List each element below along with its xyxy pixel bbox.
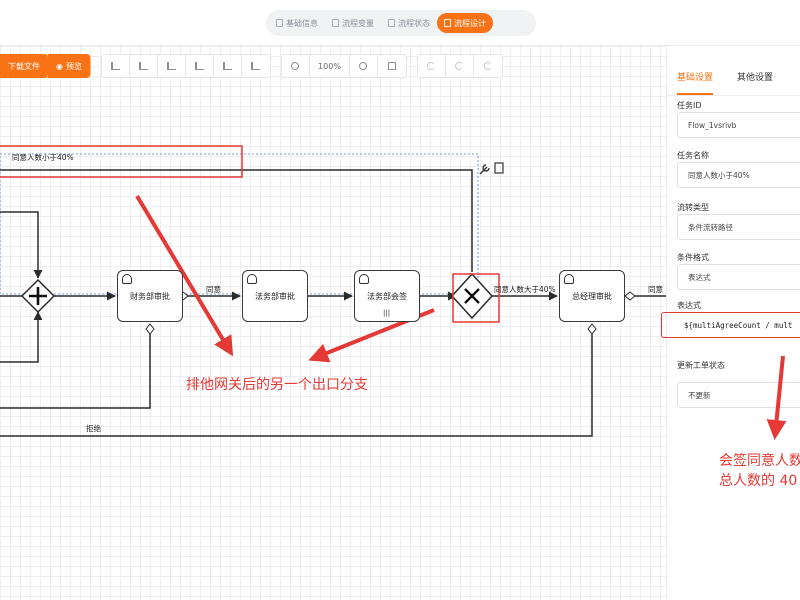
update-ticket-status-label: 更新工单状态 <box>677 361 725 370</box>
tab-label: 流程变量 <box>342 18 374 28</box>
annotation-panel-note-1: 会签同意人数 <box>719 453 800 469</box>
task-id-label: 任务ID <box>677 101 702 110</box>
node-label: 法务部审批 <box>255 291 295 301</box>
annotation-gateway-note: 排他网关后的另一个出口分支 <box>186 377 368 393</box>
design-canvas[interactable]: 下载文件 ◉ 预览 100% 财务部审批 法务部审批 法务部会签 ||| 总经理… <box>0 46 666 600</box>
edge-left-bottom[interactable] <box>0 311 43 363</box>
node-legal-countersign[interactable]: 法务部会签 ||| <box>354 270 420 322</box>
edge-label-agree-under-40[interactable]: 同意人数小于40% <box>12 152 74 163</box>
zoom-level: 100% <box>310 55 350 77</box>
download-file-button[interactable]: 下载文件 <box>0 54 49 78</box>
condition-format-select[interactable]: 表达式 <box>677 264 800 290</box>
edge-connector <box>624 291 636 301</box>
fit-view-icon <box>387 62 396 70</box>
preview-label: 预览 <box>65 61 82 71</box>
edge-label-reject[interactable]: 拒绝 <box>86 423 101 434</box>
zoom-in-button[interactable] <box>350 55 378 77</box>
tab-process-design[interactable]: 流程设计 <box>437 13 493 33</box>
redo-button[interactable] <box>446 55 474 77</box>
zoom-tools: 100% <box>280 54 407 78</box>
step-tabs: 基础信息 流程变量 流程状态 流程设计 <box>266 10 536 36</box>
tab-process-variables[interactable]: 流程变量 <box>325 13 381 33</box>
align-top-button[interactable] <box>158 55 186 77</box>
align-bottom-icon <box>194 62 204 70</box>
undo-icon <box>427 62 436 70</box>
task-id-input[interactable]: Flow_1vsrivb <box>677 112 800 138</box>
app-root: 基础信息 流程变量 流程状态 流程设计 下载文件 ◉ 预览 100% 财务部审批… <box>0 0 800 600</box>
node-legal-approval[interactable]: 法务部审批 <box>242 270 308 322</box>
tab-label: 流程设计 <box>454 18 486 28</box>
node-label: 财务部审批 <box>130 291 170 301</box>
document-icon <box>276 19 283 27</box>
zoom-in-icon <box>359 62 368 70</box>
align-right-icon <box>251 62 261 70</box>
align-right-button[interactable] <box>242 55 270 77</box>
node-label: 总经理审批 <box>572 291 612 301</box>
top-bar: 基础信息 流程变量 流程状态 流程设计 <box>0 0 800 46</box>
edge-connector <box>587 323 597 335</box>
edge-connector <box>145 323 155 335</box>
align-top-icon <box>166 62 176 70</box>
condition-format-label: 条件格式 <box>677 253 709 262</box>
node-label: 法务部会签 <box>367 291 407 301</box>
zoom-out-icon <box>291 62 300 70</box>
align-left-icon <box>110 62 120 70</box>
undo-button[interactable] <box>418 55 446 77</box>
node-finance-approval[interactable]: 财务部审批 <box>117 270 183 322</box>
flow-type-label: 流转类型 <box>677 203 709 212</box>
flow-diagram <box>0 145 666 437</box>
tab-other-settings[interactable]: 其他设置 <box>737 70 773 95</box>
user-icon <box>247 274 257 284</box>
align-center-icon <box>138 62 148 70</box>
tab-label: 流程状态 <box>398 18 430 28</box>
multi-instance-icon: ||| <box>383 309 391 317</box>
user-icon <box>564 274 574 284</box>
design-icon <box>444 19 451 27</box>
redo-icon <box>455 62 464 70</box>
annotation-arrow-3 <box>766 356 787 440</box>
user-icon <box>359 274 369 284</box>
edge-agree-under-40[interactable] <box>0 169 473 272</box>
history-tools <box>416 54 503 78</box>
edge-label-agree[interactable]: 同意 <box>206 284 221 295</box>
expression-input[interactable]: ${multiAgreeCount / mult <box>661 312 800 338</box>
edge-left-top[interactable] <box>0 211 43 279</box>
property-panel: 基础设置 其他设置 任务ID Flow_1vsrivb 任务名称 同意人数小于4… <box>661 46 800 600</box>
align-tools <box>100 54 271 78</box>
tab-basic-info[interactable]: 基础信息 <box>269 13 325 33</box>
align-left-button[interactable] <box>102 55 130 77</box>
flow-type-select[interactable]: 条件流转路径 <box>677 214 800 240</box>
wrench-icon[interactable] <box>479 164 490 175</box>
node-gm-approval[interactable]: 总经理审批 <box>559 270 625 322</box>
fit-view-button[interactable] <box>378 55 406 77</box>
preview-button[interactable]: ◉ 预览 <box>48 54 91 78</box>
annotation-panel-note-2: 总人数的 40 <box>719 473 798 489</box>
panel-tabs: 基础设置 其他设置 <box>667 46 800 96</box>
expression-label: 表达式 <box>677 301 701 310</box>
tab-process-status[interactable]: 流程状态 <box>381 13 437 33</box>
tab-label: 基础信息 <box>286 18 318 28</box>
eye-icon: ◉ <box>56 61 63 71</box>
edge-label-agree-over-40[interactable]: 同意人数大于40% <box>494 284 556 295</box>
download-label: 下载文件 <box>8 61 40 71</box>
align-center-button[interactable] <box>130 55 158 77</box>
align-middle-button[interactable] <box>214 55 242 77</box>
task-name-input[interactable]: 同意人数小于40% <box>677 162 800 188</box>
align-bottom-button[interactable] <box>186 55 214 77</box>
edge-label-agree-right[interactable]: 同意 <box>648 284 663 295</box>
status-icon <box>388 19 395 27</box>
list-icon <box>332 19 339 27</box>
edge-finance-return[interactable] <box>0 334 151 409</box>
tab-basic-settings[interactable]: 基础设置 <box>677 70 714 95</box>
align-middle-icon <box>222 62 232 70</box>
user-icon <box>122 274 132 284</box>
zoom-out-button[interactable] <box>282 55 310 77</box>
task-name-label: 任务名称 <box>677 151 709 160</box>
trash-icon[interactable] <box>494 162 504 174</box>
canvas-toolbar: 下载文件 ◉ 预览 100% <box>0 54 503 78</box>
reset-button[interactable] <box>474 55 502 77</box>
reset-icon <box>483 62 492 70</box>
